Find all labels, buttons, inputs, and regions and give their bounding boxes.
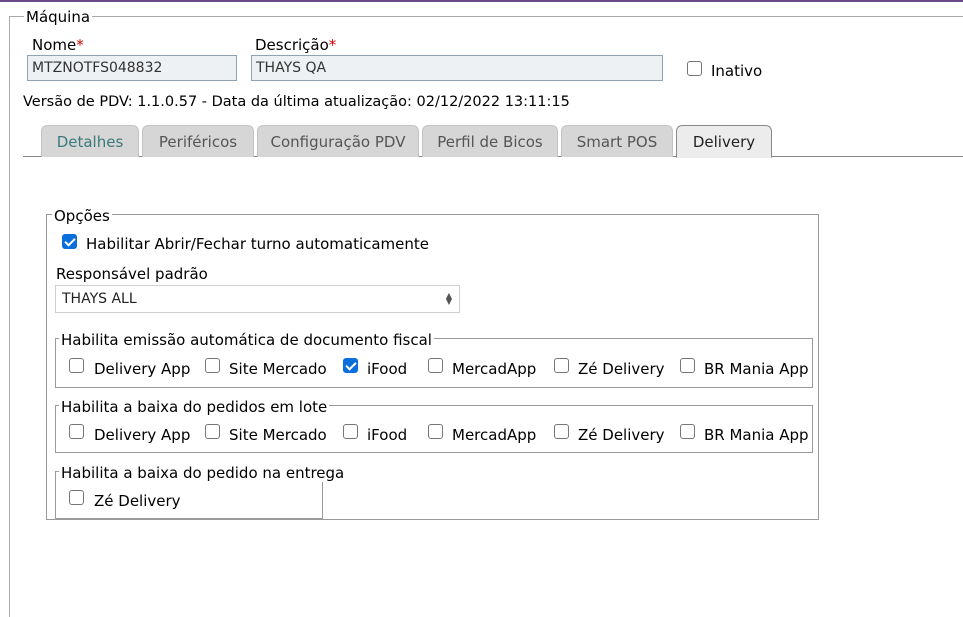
emissao-ifood-label: iFood — [367, 360, 408, 378]
lote-site-mercado-checkbox[interactable] — [205, 424, 220, 439]
tab-configuracao-pdv[interactable]: Configuração PDV — [257, 125, 419, 157]
auto-turno-label: Habilitar Abrir/Fechar turno automaticam… — [86, 235, 430, 253]
responsavel-select[interactable]: THAYS ALL ▲ ▼ — [55, 285, 460, 313]
inativo-checkbox[interactable] — [687, 61, 702, 76]
nome-label: Nome* — [32, 36, 84, 54]
lote-delivery-app-checkbox[interactable] — [69, 424, 84, 439]
emissao-delivery-app-checkbox[interactable] — [69, 358, 84, 373]
entrega-ze-delivery-label: Zé Delivery — [94, 492, 181, 510]
emissao-ifood-checkbox[interactable] — [343, 358, 358, 373]
responsavel-label: Responsável padrão — [56, 265, 208, 283]
lote-ifood-checkbox[interactable] — [343, 424, 358, 439]
nome-input[interactable]: MTZNOTFS048832 — [27, 55, 237, 81]
tab-perfil-de-bicos[interactable]: Perfil de Bicos — [422, 125, 558, 157]
opcoes-legend: Opções — [52, 207, 112, 225]
lote-ze-delivery-checkbox[interactable] — [554, 424, 569, 439]
tab-delivery[interactable]: Delivery — [676, 125, 772, 158]
entrega-ze-delivery-checkbox[interactable] — [69, 490, 84, 505]
emissao-site-mercado-label: Site Mercado — [229, 360, 327, 378]
lote-delivery-app-label: Delivery App — [94, 426, 191, 444]
descricao-label: Descrição* — [255, 36, 337, 54]
machine-legend: Máquina — [24, 8, 93, 26]
inativo-label: Inativo — [711, 62, 763, 80]
emissao-site-mercado-checkbox[interactable] — [205, 358, 220, 373]
lote-mercadapp-label: MercadApp — [452, 426, 537, 444]
auto-turno-checkbox[interactable] — [62, 234, 77, 249]
lote-ze-delivery-label: Zé Delivery — [578, 426, 665, 444]
required-star: * — [76, 36, 84, 54]
emissao-ze-delivery-label: Zé Delivery — [578, 360, 665, 378]
required-star: * — [328, 36, 337, 54]
emissao-ze-delivery-checkbox[interactable] — [554, 358, 569, 373]
entrega-legend: Habilita a baixa do pedido na entrega — [59, 464, 347, 482]
emissao-br-mania-label: BR Mania App — [704, 360, 809, 378]
lote-legend: Habilita a baixa do pedidos em lote — [59, 398, 330, 416]
responsavel-value: THAYS ALL — [62, 291, 137, 307]
descricao-input[interactable]: THAYS QA — [251, 55, 663, 81]
lote-ifood-label: iFood — [367, 426, 408, 444]
tab-smart-pos[interactable]: Smart POS — [561, 125, 673, 157]
lote-br-mania-checkbox[interactable] — [680, 424, 695, 439]
lote-mercadapp-checkbox[interactable] — [428, 424, 443, 439]
emissao-delivery-app-label: Delivery App — [94, 360, 191, 378]
select-arrows-icon: ▲ ▼ — [445, 291, 452, 306]
lote-br-mania-label: BR Mania App — [704, 426, 809, 444]
emissao-mercadapp-label: MercadApp — [452, 360, 537, 378]
emissao-legend: Habilita emissão automática de documento… — [59, 331, 434, 349]
top-accent-line — [0, 0, 963, 2]
tab-detalhes[interactable]: Detalhes — [41, 125, 139, 157]
version-info: Versão de PDV: 1.1.0.57 - Data da última… — [23, 94, 570, 110]
emissao-br-mania-checkbox[interactable] — [680, 358, 695, 373]
lote-site-mercado-label: Site Mercado — [229, 426, 327, 444]
emissao-mercadapp-checkbox[interactable] — [428, 358, 443, 373]
tab-perifericos[interactable]: Periféricos — [142, 125, 254, 157]
